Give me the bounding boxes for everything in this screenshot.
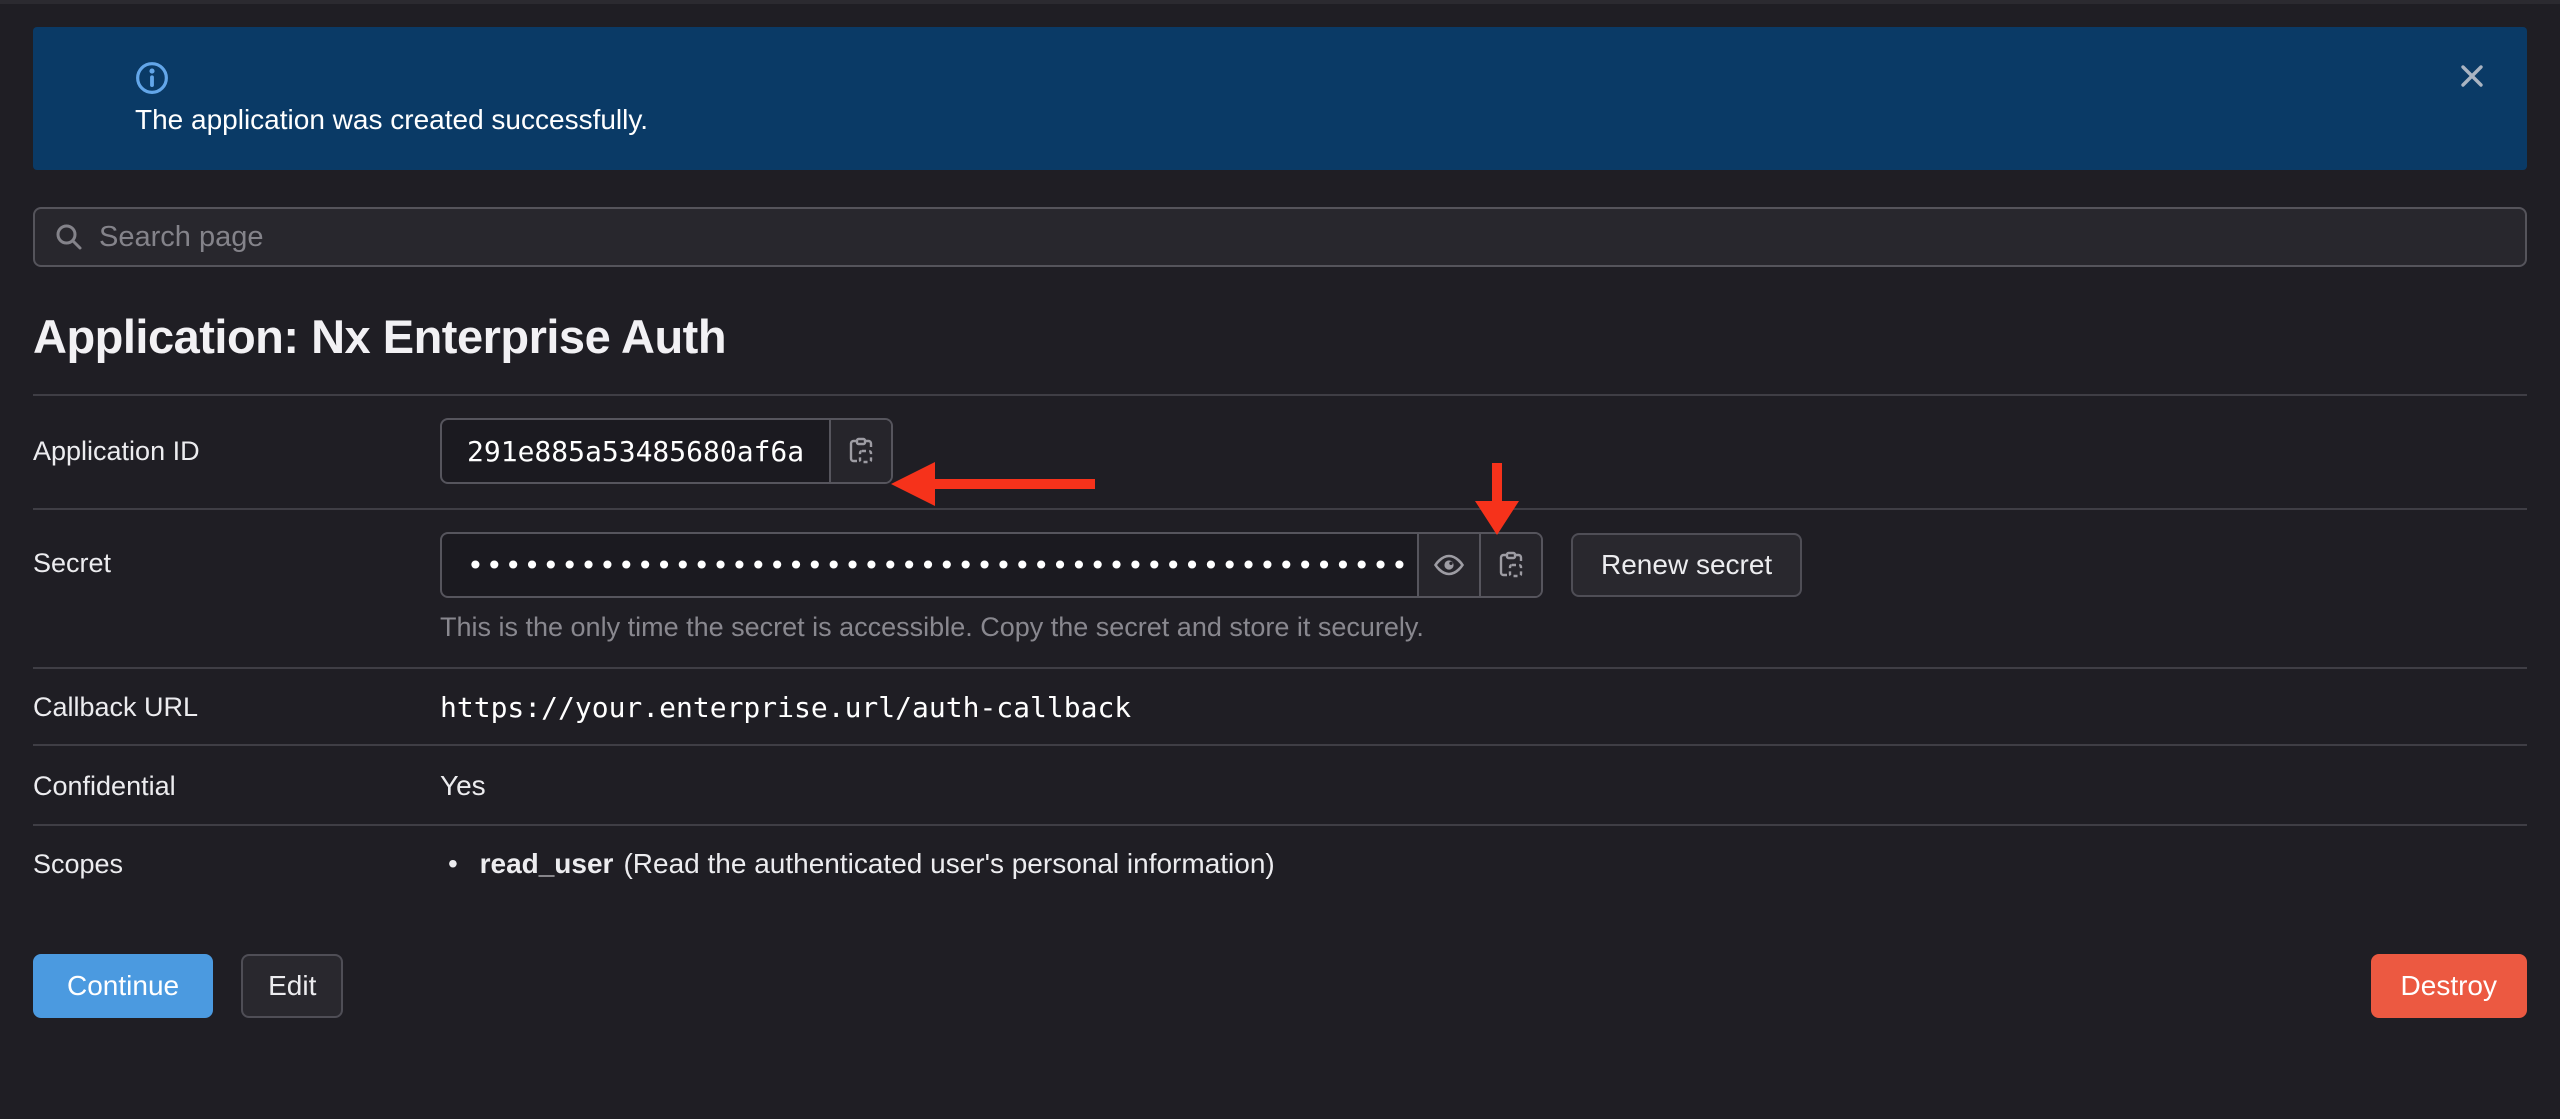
scope-item: read_user (Read the authenticated user's … [440, 848, 2527, 880]
row-secret: Secret •••••••••••••••••••••••••••••••••… [33, 508, 2527, 667]
scopes-list: read_user (Read the authenticated user's … [440, 848, 2527, 880]
callback-url-label: Callback URL [33, 692, 440, 723]
search-input[interactable] [99, 221, 2507, 254]
alert-message: The application was created successfully… [135, 104, 2437, 136]
eye-icon [1431, 547, 1467, 583]
search-icon [53, 221, 85, 253]
row-confidential: Confidential Yes [33, 744, 2527, 824]
callback-url-value: https://your.enterprise.url/auth-callbac… [440, 691, 2527, 724]
confidential-value: Yes [440, 770, 2527, 802]
copy-secret-icon[interactable] [1479, 534, 1541, 596]
application-page: The application was created successfully… [0, 27, 2560, 1119]
row-application-id: Application ID 291e885a53485680af6a [33, 394, 2527, 508]
scopes-label: Scopes [33, 849, 440, 880]
row-callback-url: Callback URL https://your.enterprise.url… [33, 667, 2527, 744]
scope-name: read_user [480, 848, 614, 879]
application-id-field-group: 291e885a53485680af6a [440, 418, 893, 484]
page-title: Application: Nx Enterprise Auth [33, 309, 2527, 364]
search-bar [33, 207, 2527, 267]
application-details: Application ID 291e885a53485680af6a [33, 394, 2527, 904]
continue-button[interactable]: Continue [33, 954, 213, 1018]
copy-to-clipboard-icon [1494, 548, 1528, 582]
confidential-label: Confidential [33, 771, 440, 802]
application-id-value[interactable]: 291e885a53485680af6a [442, 420, 829, 482]
reveal-secret-eye-icon[interactable] [1417, 534, 1479, 596]
copy-application-id-icon[interactable] [829, 420, 891, 482]
close-icon[interactable] [2453, 57, 2491, 95]
application-id-label: Application ID [33, 436, 440, 467]
row-scopes: Scopes read_user (Read the authenticated … [33, 824, 2527, 904]
secret-field-group: ••••••••••••••••••••••••••••••••••••••••… [440, 532, 1543, 598]
scope-description: (Read the authenticated user's personal … [623, 848, 1274, 879]
renew-secret-button[interactable]: Renew secret [1571, 533, 1802, 597]
action-bar: Continue Edit Destroy [33, 954, 2527, 1018]
secret-helper-text: This is the only time the secret is acce… [440, 612, 2527, 643]
copy-to-clipboard-icon [844, 434, 878, 468]
success-alert-banner: The application was created successfully… [33, 27, 2527, 170]
destroy-button[interactable]: Destroy [2371, 954, 2527, 1018]
information-icon [135, 61, 169, 95]
edit-button[interactable]: Edit [241, 954, 343, 1018]
secret-masked-value[interactable]: ••••••••••••••••••••••••••••••••••••••••… [442, 534, 1417, 596]
secret-label: Secret [33, 532, 440, 643]
